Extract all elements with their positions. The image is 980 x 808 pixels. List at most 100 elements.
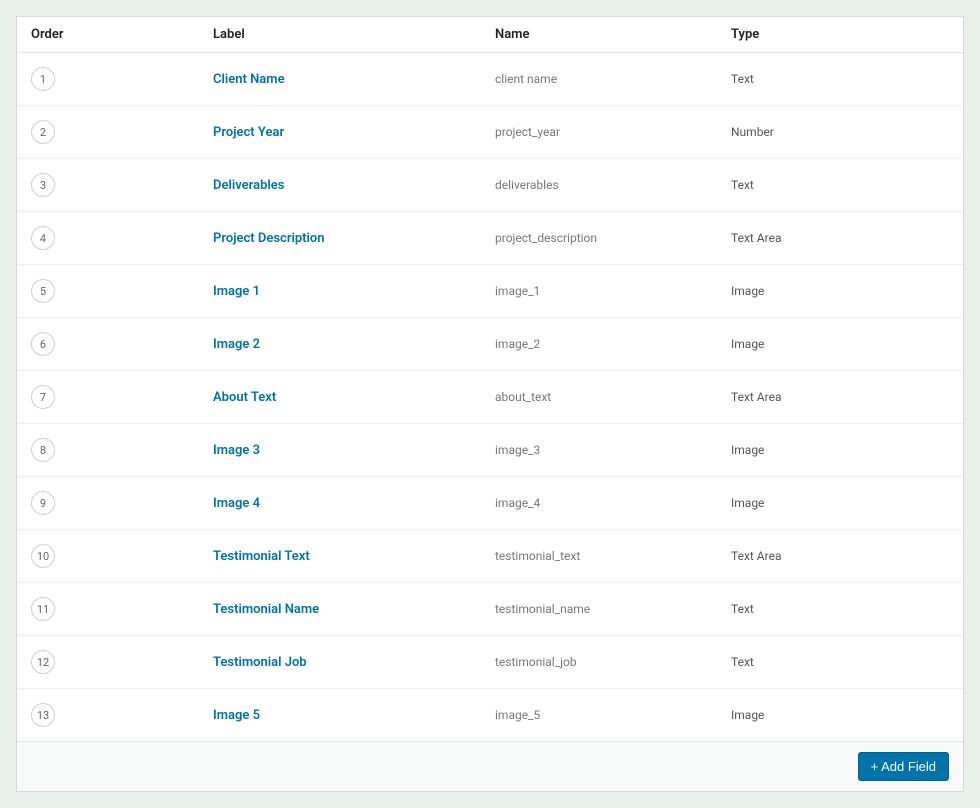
order-badge[interactable]: 3 <box>31 173 55 197</box>
order-badge[interactable]: 5 <box>31 279 55 303</box>
field-label-cell: Testimonial Text <box>213 549 495 564</box>
fields-header: Order Label Name Type <box>17 17 963 53</box>
field-name-text: about_text <box>495 390 551 404</box>
field-label-link[interactable]: Image 4 <box>213 496 260 511</box>
field-name-cell: testimonial_text <box>495 549 731 564</box>
field-row[interactable]: 7 About Text about_text Text Area <box>17 371 963 424</box>
field-label-link[interactable]: About Text <box>213 390 276 405</box>
order-badge[interactable]: 13 <box>31 703 55 727</box>
field-type-cell: Text Area <box>731 390 949 405</box>
field-type-text: Text <box>731 72 754 86</box>
field-label-link[interactable]: Image 2 <box>213 337 260 352</box>
field-name-cell: client name <box>495 72 731 87</box>
field-type-cell: Text <box>731 72 949 87</box>
field-label-cell: About Text <box>213 390 495 405</box>
field-type-cell: Image <box>731 284 949 299</box>
field-name-text: image_2 <box>495 337 540 351</box>
field-type-cell: Text Area <box>731 549 949 564</box>
column-header-label: Label <box>213 27 495 42</box>
field-type-cell: Text <box>731 178 949 193</box>
field-name-text: testimonial_name <box>495 602 590 616</box>
field-name-cell: image_1 <box>495 284 731 299</box>
field-row[interactable]: 4 Project Description project_description T… <box>17 212 963 265</box>
field-row[interactable]: 9 Image 4 image_4 Image <box>17 477 963 530</box>
field-label-cell: Client Name <box>213 72 495 87</box>
field-label-link[interactable]: Project Description <box>213 231 325 246</box>
field-name-text: client name <box>495 72 557 86</box>
field-label-cell: Image 5 <box>213 708 495 723</box>
field-row[interactable]: 1 Client Name client name Text <box>17 53 963 106</box>
field-order-cell: 4 <box>31 226 213 250</box>
field-order-cell: 12 <box>31 650 213 674</box>
field-label-link[interactable]: Testimonial Text <box>213 549 310 564</box>
field-row[interactable]: 11 Testimonial Name testimonial_name Text <box>17 583 963 636</box>
field-row[interactable]: 2 Project Year project_year Number <box>17 106 963 159</box>
field-name-cell: testimonial_job <box>495 655 731 670</box>
field-label-cell: Testimonial Job <box>213 655 495 670</box>
field-name-text: testimonial_text <box>495 549 580 563</box>
field-name-cell: testimonial_name <box>495 602 731 617</box>
field-name-text: image_4 <box>495 496 540 510</box>
field-label-cell: Image 3 <box>213 443 495 458</box>
field-row[interactable]: 10 Testimonial Text testimonial_text Text A… <box>17 530 963 583</box>
field-label-link[interactable]: Testimonial Job <box>213 655 307 670</box>
field-type-text: Text Area <box>731 549 781 563</box>
field-type-text: Text Area <box>731 231 781 245</box>
field-name-cell: image_4 <box>495 496 731 511</box>
field-row[interactable]: 12 Testimonial Job testimonial_job Text <box>17 636 963 689</box>
order-badge[interactable]: 11 <box>31 597 55 621</box>
fields-panel: Order Label Name Type 1 Client Name client… <box>16 16 964 792</box>
field-row[interactable]: 8 Image 3 image_3 Image <box>17 424 963 477</box>
field-type-cell: Image <box>731 708 949 723</box>
field-row[interactable]: 6 Image 2 image_2 Image <box>17 318 963 371</box>
order-badge[interactable]: 9 <box>31 491 55 515</box>
field-row[interactable]: 5 Image 1 image_1Image <box>17 265 963 318</box>
field-label-cell: Project Year <box>213 125 495 140</box>
order-badge[interactable]: 10 <box>31 544 55 568</box>
field-type-text: Text <box>731 602 754 616</box>
column-header-name: Name <box>495 27 731 42</box>
field-label-link[interactable]: Project Year <box>213 125 284 140</box>
field-label-link[interactable]: Image 1 <box>213 284 260 299</box>
field-label-link[interactable]: Deliverables <box>213 178 284 193</box>
field-label-cell: Image 4 <box>213 496 495 511</box>
add-field-button[interactable]: + Add Field <box>858 752 949 781</box>
field-label-cell: Image 2 <box>213 337 495 352</box>
field-label-link[interactable]: Image 3 <box>213 443 260 458</box>
field-row[interactable]: 3DeliverablesdeliverablesText <box>17 159 963 212</box>
field-label-cell: Deliverables <box>213 178 495 193</box>
field-type-cell: Number <box>731 125 949 140</box>
order-badge[interactable]: 6 <box>31 332 55 356</box>
field-name-text: project_year <box>495 125 560 139</box>
field-row[interactable]: 13 Image 5 image_5 Image <box>17 689 963 741</box>
field-type-text: Text <box>731 178 754 192</box>
field-order-cell: 9 <box>31 491 213 515</box>
field-type-text: Image <box>731 284 764 298</box>
field-name-text: image_5 <box>495 708 540 722</box>
order-badge[interactable]: 7 <box>31 385 55 409</box>
field-label-cell: Testimonial Name <box>213 602 495 617</box>
field-type-cell: Text <box>731 602 949 617</box>
field-name-text: testimonial_job <box>495 655 577 669</box>
order-badge[interactable]: 4 <box>31 226 55 250</box>
field-type-text: Text <box>731 655 754 669</box>
order-badge[interactable]: 2 <box>31 120 55 144</box>
field-label-link[interactable]: Client Name <box>213 72 285 87</box>
order-badge[interactable]: 1 <box>31 67 55 91</box>
field-name-cell: about_text <box>495 390 731 405</box>
field-type-cell: Image <box>731 496 949 511</box>
field-name-cell: image_3 <box>495 443 731 458</box>
order-badge[interactable]: 8 <box>31 438 55 462</box>
field-label-link[interactable]: Testimonial Name <box>213 602 319 617</box>
field-type-cell: Image <box>731 337 949 352</box>
field-type-text: Image <box>731 337 764 351</box>
field-order-cell: 11 <box>31 597 213 621</box>
field-type-text: Image <box>731 443 764 457</box>
field-name-text: image_3 <box>495 443 540 457</box>
field-label-link[interactable]: Image 5 <box>213 708 260 723</box>
field-type-cell: Text <box>731 655 949 670</box>
fields-list: 1 Client Name client name Text 2 Project Year… <box>17 53 963 741</box>
order-badge[interactable]: 12 <box>31 650 55 674</box>
field-name-text: project_description <box>495 231 597 245</box>
field-label-cell: Project Description <box>213 231 495 246</box>
